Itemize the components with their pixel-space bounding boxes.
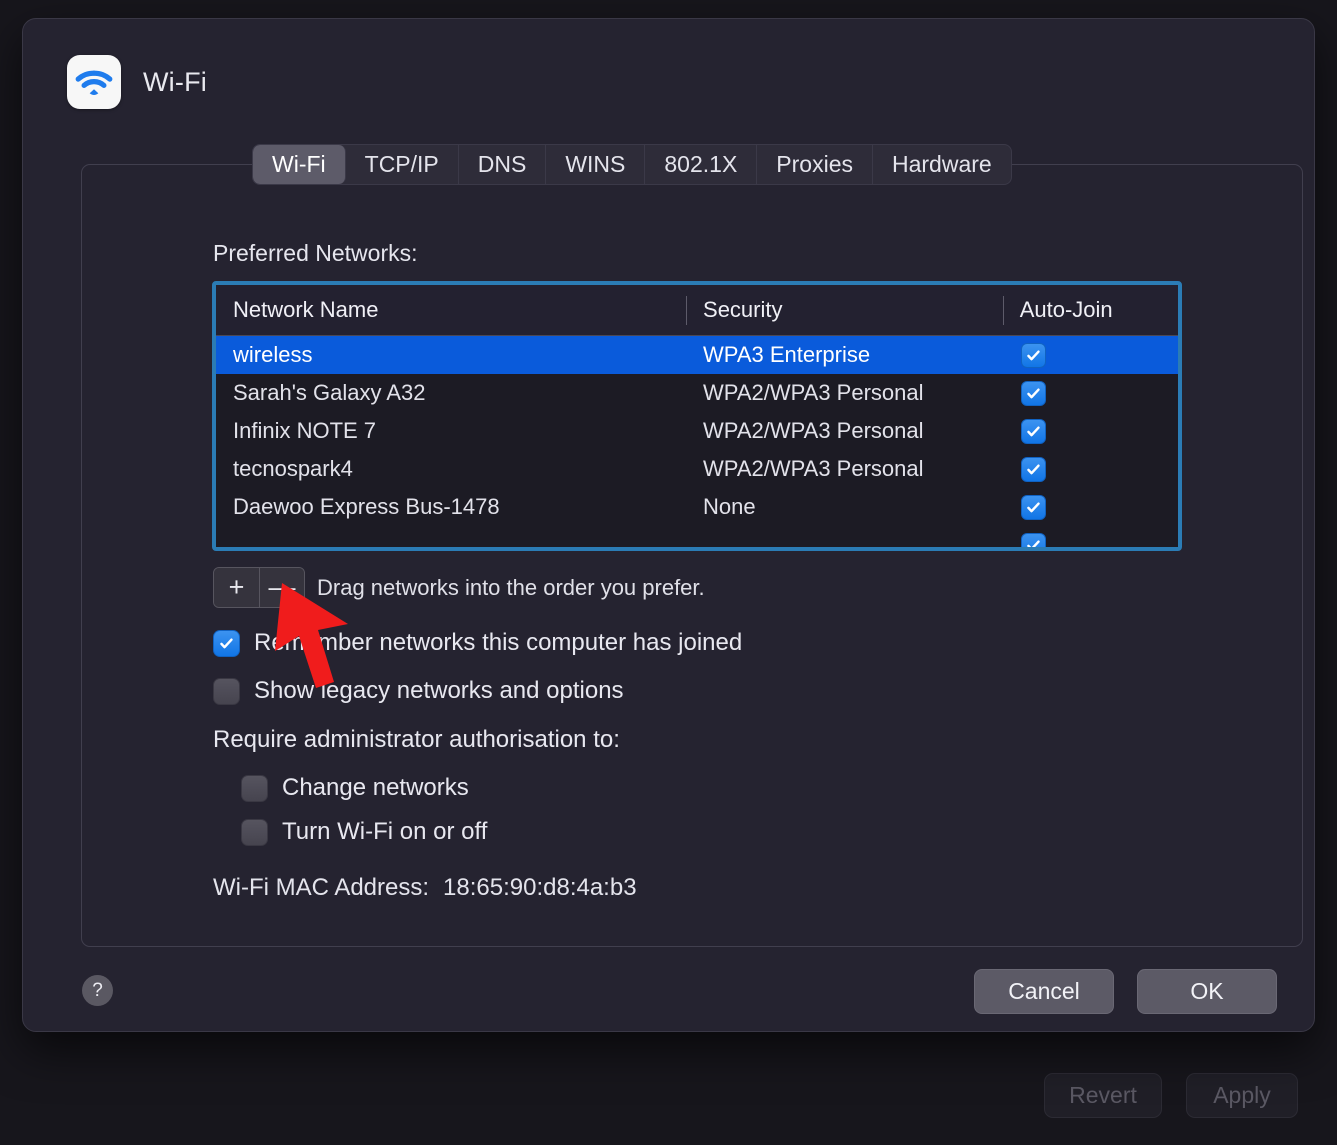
tab-wins[interactable]: WINS <box>546 145 645 184</box>
tab-dns[interactable]: DNS <box>459 145 547 184</box>
cell-security: WPA2/WPA3 Personal <box>686 450 1003 488</box>
cell-security: WPA2/WPA3 Personal <box>686 374 1003 412</box>
tab-proxies[interactable]: Proxies <box>757 145 873 184</box>
preferred-networks-label: Preferred Networks: <box>213 240 418 267</box>
checkbox-label: Remember networks this computer has join… <box>254 629 742 657</box>
add-network-button[interactable]: + <box>214 568 259 607</box>
mac-address-row: Wi-Fi MAC Address: 18:65:90:d8:4a:b3 <box>213 874 637 902</box>
checkbox-label: Show legacy networks and options <box>254 677 624 705</box>
auto-join-checkbox[interactable] <box>1021 533 1046 552</box>
auto-join-checkbox[interactable] <box>1021 419 1046 444</box>
mac-address-value: 18:65:90:d8:4a:b3 <box>443 874 637 901</box>
column-header-security[interactable]: Security <box>686 285 1003 335</box>
auto-join-checkbox[interactable] <box>1021 457 1046 482</box>
table-row[interactable]: wireless WPA3 Enterprise <box>216 336 1178 374</box>
tab-8021x[interactable]: 802.1X <box>645 145 757 184</box>
checkbox-remember-networks[interactable]: Remember networks this computer has join… <box>213 629 742 657</box>
cell-auto-join <box>1003 336 1178 374</box>
cell-auto-join <box>1003 374 1178 412</box>
show-legacy-checkbox[interactable] <box>213 678 240 705</box>
checkbox-label: Turn Wi-Fi on or off <box>282 818 487 846</box>
auto-join-checkbox[interactable] <box>1021 343 1046 368</box>
change-networks-checkbox[interactable] <box>241 775 268 802</box>
tab-hardware[interactable]: Hardware <box>873 145 1011 184</box>
wifi-icon <box>67 55 121 109</box>
preferred-networks-table[interactable]: Network Name Security Auto-Join wireless… <box>212 281 1182 551</box>
cell-auto-join <box>1003 526 1178 551</box>
cell-network-name: Daewoo Express Bus-1478 <box>216 488 686 526</box>
remove-network-button[interactable]: — <box>259 568 304 607</box>
tab-bar: Wi-Fi TCP/IP DNS WINS 802.1X Proxies Har… <box>252 144 1012 185</box>
cell-auto-join <box>1003 412 1178 450</box>
cell-security: WPA3 Enterprise <box>686 336 1003 374</box>
column-header-network-name[interactable]: Network Name <box>216 285 686 335</box>
table-row[interactable]: Sarah's Galaxy A32 WPA2/WPA3 Personal <box>216 374 1178 412</box>
tab-tcpip[interactable]: TCP/IP <box>346 145 459 184</box>
ok-button[interactable]: OK <box>1137 969 1277 1014</box>
tab-wifi[interactable]: Wi-Fi <box>253 145 346 184</box>
cell-security: None <box>686 488 1003 526</box>
cell-network-name: tecnospark4 <box>216 450 686 488</box>
table-row[interactable] <box>216 526 1178 551</box>
table-row[interactable]: tecnospark4 WPA2/WPA3 Personal <box>216 450 1178 488</box>
cell-network-name: wireless <box>216 336 686 374</box>
cell-auto-join <box>1003 488 1178 526</box>
cell-auto-join <box>1003 450 1178 488</box>
cell-security: WPA2/WPA3 Personal <box>686 412 1003 450</box>
checkbox-label: Change networks <box>282 774 469 802</box>
sheet-header: Wi-Fi <box>67 55 207 109</box>
cell-network-name: Sarah's Galaxy A32 <box>216 374 686 412</box>
cell-security <box>686 526 1003 551</box>
checkbox-turn-wifi-on-off[interactable]: Turn Wi-Fi on or off <box>241 818 487 846</box>
turn-wifi-checkbox[interactable] <box>241 819 268 846</box>
wifi-tab-panel: Preferred Networks: Network Name Securit… <box>81 164 1303 947</box>
apply-button[interactable]: Apply <box>1186 1073 1298 1118</box>
admin-authorisation-heading: Require administrator authorisation to: <box>213 726 620 754</box>
add-remove-button-group: + — <box>213 567 305 608</box>
revert-button[interactable]: Revert <box>1044 1073 1162 1118</box>
auto-join-checkbox[interactable] <box>1021 381 1046 406</box>
table-header-row: Network Name Security Auto-Join <box>216 285 1178 336</box>
checkbox-change-networks[interactable]: Change networks <box>241 774 469 802</box>
remember-networks-checkbox[interactable] <box>213 630 240 657</box>
auto-join-checkbox[interactable] <box>1021 495 1046 520</box>
wifi-settings-sheet: Wi-Fi Wi-Fi TCP/IP DNS WINS 802.1X Proxi… <box>22 18 1315 1032</box>
table-row[interactable]: Daewoo Express Bus-1478 None <box>216 488 1178 526</box>
cancel-button[interactable]: Cancel <box>974 969 1114 1014</box>
checkbox-show-legacy[interactable]: Show legacy networks and options <box>213 677 624 705</box>
column-header-auto-join[interactable]: Auto-Join <box>1003 285 1178 335</box>
cell-network-name <box>216 526 686 551</box>
mac-address-label: Wi-Fi MAC Address: <box>213 874 429 901</box>
desktop-background: Revert Apply Wi-Fi Wi-Fi TCP/IP DNS WINS… <box>0 0 1337 1145</box>
cell-network-name: Infinix NOTE 7 <box>216 412 686 450</box>
table-row[interactable]: Infinix NOTE 7 WPA2/WPA3 Personal <box>216 412 1178 450</box>
drag-hint-text: Drag networks into the order you prefer. <box>317 575 705 601</box>
page-title: Wi-Fi <box>143 67 207 98</box>
help-button[interactable]: ? <box>82 975 113 1006</box>
